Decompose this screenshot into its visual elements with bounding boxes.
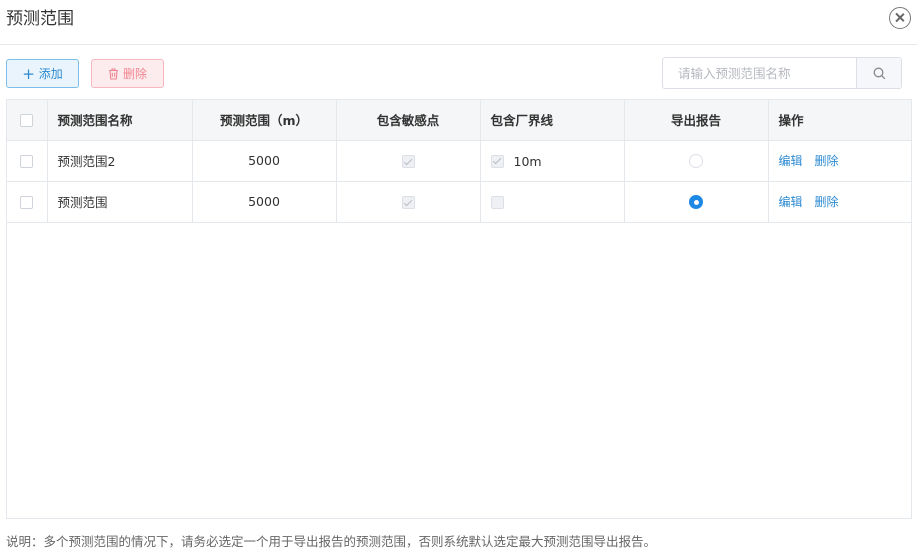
export-cell <box>624 181 769 223</box>
fence-checkbox <box>490 154 504 168</box>
search-icon <box>873 67 885 79</box>
add-button[interactable]: + 添加 <box>6 59 79 88</box>
row-select-cell <box>7 181 48 223</box>
actions-cell: 编辑 删除 <box>768 181 911 223</box>
row-select-cell <box>7 140 48 182</box>
dialog-header: 预测范围 <box>0 0 917 45</box>
sensitive-cell <box>336 181 481 223</box>
range-name: 预测范围2 <box>47 140 193 182</box>
edit-link[interactable]: 编辑 <box>779 195 803 209</box>
sensitive-checkbox <box>401 155 415 168</box>
delete-button-label: 删除 <box>122 67 147 81</box>
export-radio[interactable] <box>689 154 703 169</box>
search-box <box>662 57 902 89</box>
table-row: 预测范围2 5000 10m 编辑 删除 <box>7 140 911 182</box>
plus-icon: + <box>22 64 35 83</box>
header-actions: 操作 <box>768 100 911 141</box>
fence-cell: 10m <box>480 140 625 182</box>
delete-link[interactable]: 删除 <box>815 195 839 209</box>
table-row: 预测范围 5000 编辑 删除 <box>7 181 911 223</box>
dialog-title: 预测范围 <box>6 9 74 29</box>
delete-link[interactable]: 删除 <box>815 154 839 168</box>
range-value: 5000 <box>192 181 337 223</box>
row-checkbox[interactable] <box>20 155 34 168</box>
range-value: 5000 <box>192 140 337 182</box>
trash-icon <box>108 67 119 80</box>
actions-cell: 编辑 删除 <box>768 140 911 182</box>
range-name: 预测范围 <box>47 181 193 223</box>
fence-cell <box>480 181 625 223</box>
note-text: 说明：多个预测范围的情况下，请务必选定一个用于导出报告的预测范围，否则系统默认选… <box>6 534 657 549</box>
close-circle-icon[interactable] <box>889 7 911 29</box>
header-sensitive: 包含敏感点 <box>336 100 481 141</box>
search-input[interactable] <box>663 58 856 88</box>
sensitive-checkbox <box>401 196 415 209</box>
select-all-checkbox[interactable] <box>20 114 34 128</box>
add-button-label: 添加 <box>38 67 63 81</box>
export-radio[interactable] <box>689 195 703 210</box>
row-checkbox[interactable] <box>20 196 34 209</box>
delete-button[interactable]: 删除 <box>91 59 164 88</box>
export-cell <box>624 140 769 182</box>
search-button[interactable] <box>856 58 901 88</box>
header-fence: 包含厂界线 <box>480 100 625 141</box>
edit-link[interactable]: 编辑 <box>779 154 803 168</box>
header-name: 预测范围名称 <box>47 100 193 141</box>
sensitive-cell <box>336 140 481 182</box>
header-export: 导出报告 <box>624 100 769 141</box>
fence-checkbox <box>490 195 504 209</box>
header-range: 预测范围（m） <box>192 100 337 141</box>
table-header-row: 预测范围名称 预测范围（m） 包含敏感点 包含厂界线 导出报告 操作 <box>7 100 911 141</box>
fence-distance: 10m <box>513 153 542 169</box>
select-all-cell <box>7 100 48 141</box>
range-table: 预测范围名称 预测范围（m） 包含敏感点 包含厂界线 导出报告 操作 预测范围2… <box>6 99 912 519</box>
